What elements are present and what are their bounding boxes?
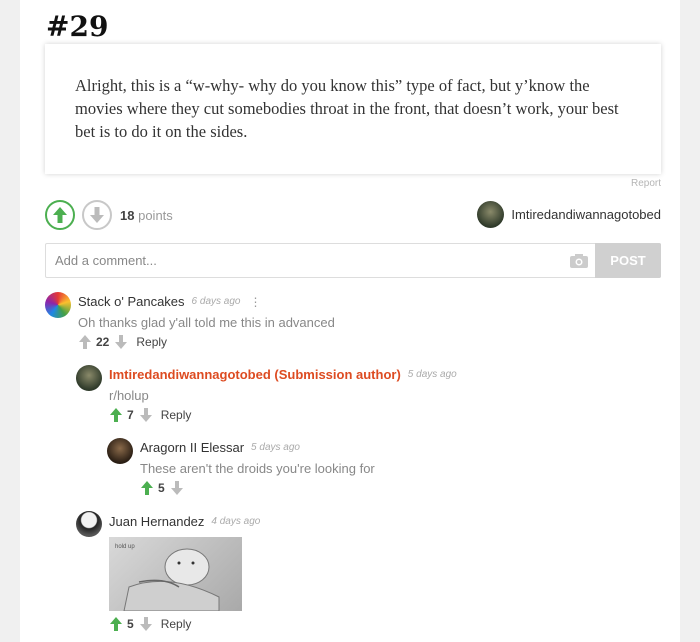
post-text: Alright, this is a “w-why- why do you kn… bbox=[75, 76, 619, 141]
upvote-icon[interactable] bbox=[79, 335, 91, 349]
avatar bbox=[45, 292, 71, 318]
comment: Stack o' Pancakes 6 days ago ⋮ Oh thanks… bbox=[78, 294, 335, 330]
post-author-name[interactable]: Imtiredandiwannagotobed bbox=[511, 207, 661, 222]
comment-text: r/holup bbox=[109, 388, 149, 403]
downvote-icon[interactable] bbox=[170, 481, 183, 495]
arrow-down-icon bbox=[90, 207, 104, 223]
post-number: #29 bbox=[46, 10, 109, 43]
comment-actions: 22 Reply bbox=[79, 335, 167, 349]
camera-icon[interactable] bbox=[570, 254, 588, 268]
post-card: Alright, this is a “w-why- why do you kn… bbox=[45, 44, 661, 174]
report-link[interactable]: Report bbox=[631, 178, 661, 189]
avatar bbox=[107, 438, 133, 464]
upvote-button[interactable] bbox=[45, 200, 75, 230]
comment-author[interactable]: Stack o' Pancakes bbox=[78, 294, 185, 309]
downvote-button[interactable] bbox=[82, 200, 112, 230]
comment-time: 5 days ago bbox=[251, 442, 300, 453]
comment-actions: 7 Reply bbox=[110, 408, 191, 422]
comment-time: 6 days ago bbox=[191, 296, 241, 307]
comment-text: Oh thanks glad y'all told me this in adv… bbox=[78, 315, 335, 330]
reply-button[interactable]: Reply bbox=[161, 408, 192, 422]
post-page: #29 Alright, this is a “w-why- why do yo… bbox=[20, 0, 680, 642]
comment-time: 4 days ago bbox=[211, 516, 261, 527]
reply-button[interactable]: Reply bbox=[161, 617, 192, 631]
avatar bbox=[477, 201, 505, 228]
arrow-up-icon bbox=[53, 207, 67, 223]
avatar bbox=[76, 365, 102, 391]
upvote-icon[interactable] bbox=[110, 617, 122, 631]
post-author[interactable]: Imtiredandiwannagotobed bbox=[477, 201, 661, 228]
comment: Juan Hernandez 4 days ago bbox=[109, 514, 260, 529]
comment-text: These aren't the droids you're looking f… bbox=[140, 461, 375, 476]
comment-actions: 5 Reply bbox=[110, 617, 191, 631]
points-value: 18 bbox=[120, 208, 135, 223]
upvote-icon[interactable] bbox=[110, 408, 122, 422]
comment: Aragorn II Elessar 5 days ago These aren… bbox=[140, 440, 375, 476]
comment-image[interactable]: hold up bbox=[109, 537, 242, 611]
vote-count: 5 bbox=[158, 481, 165, 495]
upvote-icon[interactable] bbox=[141, 481, 153, 495]
comment-author[interactable]: Aragorn II Elessar bbox=[140, 440, 244, 455]
comment-input[interactable]: Add a comment... POST bbox=[45, 243, 661, 278]
meme-figure bbox=[123, 548, 220, 611]
downvote-icon[interactable] bbox=[115, 335, 128, 349]
comment-time: 5 days ago bbox=[407, 369, 457, 380]
comment-author[interactable]: Juan Hernandez bbox=[109, 514, 204, 529]
reply-button[interactable]: Reply bbox=[136, 335, 167, 349]
points-label: points bbox=[138, 208, 173, 223]
points-count: 18 points bbox=[120, 208, 173, 223]
more-options-icon[interactable]: ⋮ bbox=[249, 296, 261, 308]
downvote-icon[interactable] bbox=[139, 408, 152, 422]
avatar bbox=[76, 511, 102, 537]
comment-actions: 5 bbox=[141, 481, 183, 495]
post-button[interactable]: POST bbox=[595, 243, 661, 278]
comment-author[interactable]: Imtiredandiwannagotobed (Submission auth… bbox=[109, 367, 401, 382]
vote-count: 5 bbox=[127, 617, 134, 631]
downvote-icon[interactable] bbox=[139, 617, 152, 631]
comment-placeholder: Add a comment... bbox=[55, 253, 157, 268]
comment: Imtiredandiwannagotobed (Submission auth… bbox=[109, 367, 457, 403]
vote-count: 22 bbox=[96, 335, 110, 349]
vote-count: 7 bbox=[127, 408, 134, 422]
